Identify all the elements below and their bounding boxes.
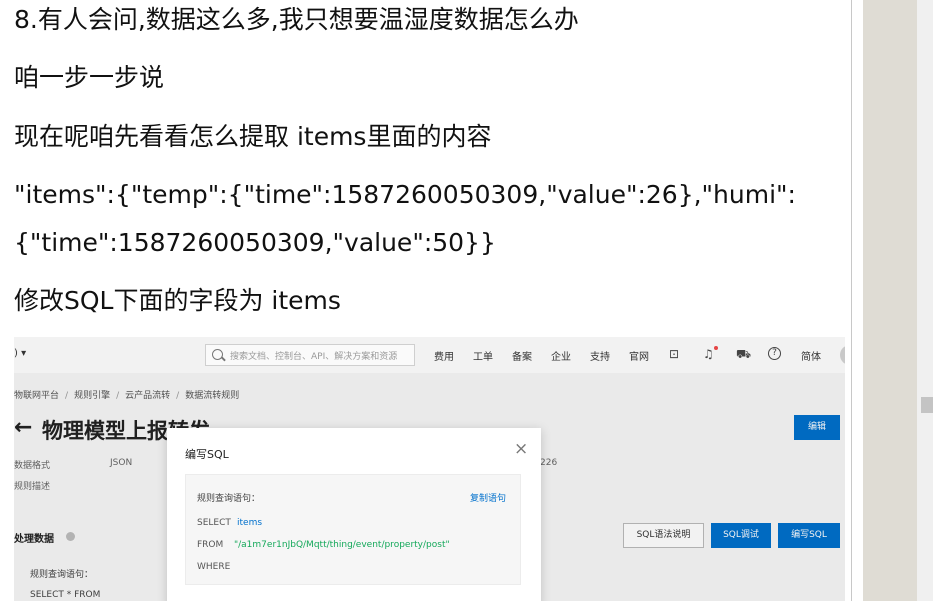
notification-dot: [714, 346, 718, 350]
console-page: ) ▾ 搜索文档、控制台、API、解决方案和资源 费用 工单 备案 企业 支持 …: [14, 337, 845, 601]
bell-icon[interactable]: ♫: [703, 347, 714, 361]
embedded-screenshot: ) ▾ 搜索文档、控制台、API、解决方案和资源 费用 工单 备案 企业 支持 …: [14, 337, 845, 601]
nav-support[interactable]: 支持: [590, 348, 610, 363]
search-input[interactable]: 搜索文档、控制台、API、解决方案和资源: [205, 344, 415, 366]
cart-icon[interactable]: ⛟: [736, 347, 751, 363]
terminal-icon[interactable]: ⊡: [669, 347, 679, 361]
paragraph-question: 8.有人会问,数据这么多,我只想要温湿度数据怎么办: [14, 5, 579, 34]
scrollbar[interactable]: [917, 0, 933, 601]
paragraph-json-line1: "items":{"temp":{"time":1587260050309,"v…: [14, 180, 796, 209]
nav-enterprise[interactable]: 企业: [551, 348, 571, 363]
region-dropdown[interactable]: ) ▾: [14, 348, 26, 359]
console-topbar: ) ▾ 搜索文档、控制台、API、解决方案和资源 费用 工单 备案 企业 支持 …: [14, 337, 845, 373]
scrollbar-thumb[interactable]: [921, 397, 933, 413]
copy-statement-link[interactable]: 复制语句: [470, 491, 506, 504]
paragraph-step: 咱一步一步说: [14, 63, 165, 92]
sql-select-keyword: SELECT: [197, 518, 231, 528]
paragraph-json-line2: {"time":1587260050309,"value":50}}: [14, 228, 496, 257]
modal-title: 编写SQL: [185, 448, 229, 461]
nav-fees[interactable]: 费用: [434, 348, 454, 363]
nav-ticket[interactable]: 工单: [473, 348, 493, 363]
sql-where-keyword: WHERE: [197, 562, 231, 572]
write-sql-modal: 编写SQL × 规则查询语句： 复制语句 SELECT items FROM "…: [167, 428, 541, 601]
search-icon: [212, 349, 223, 360]
sql-select-field[interactable]: items: [237, 518, 262, 528]
nav-official-site[interactable]: 官网: [629, 348, 649, 363]
paragraph-modify-sql: 修改SQL下面的字段为 items: [14, 286, 341, 315]
search-placeholder: 搜索文档、控制台、API、解决方案和资源: [230, 352, 398, 362]
close-icon[interactable]: ×: [514, 439, 528, 459]
sql-code-box: 规则查询语句： 复制语句 SELECT items FROM "/a1m7er1…: [185, 474, 521, 585]
query-label: 规则查询语句：: [197, 494, 261, 504]
article-content: 8.有人会问,数据这么多,我只想要温湿度数据怎么办 咱一步一步说 现在呢咱先看看…: [0, 0, 852, 601]
paragraph-extract-items: 现在呢咱先看看怎么提取 items里面的内容: [14, 122, 492, 151]
sql-from-topic[interactable]: "/a1m7er1nJbQ/Mqtt/thing/event/property/…: [234, 540, 450, 550]
help-icon[interactable]: ?: [768, 347, 781, 360]
nav-filing[interactable]: 备案: [512, 348, 532, 363]
avatar[interactable]: [840, 345, 845, 365]
side-panel: [863, 0, 917, 601]
nav-language[interactable]: 简体: [801, 348, 821, 363]
sql-from-keyword: FROM: [197, 540, 224, 550]
